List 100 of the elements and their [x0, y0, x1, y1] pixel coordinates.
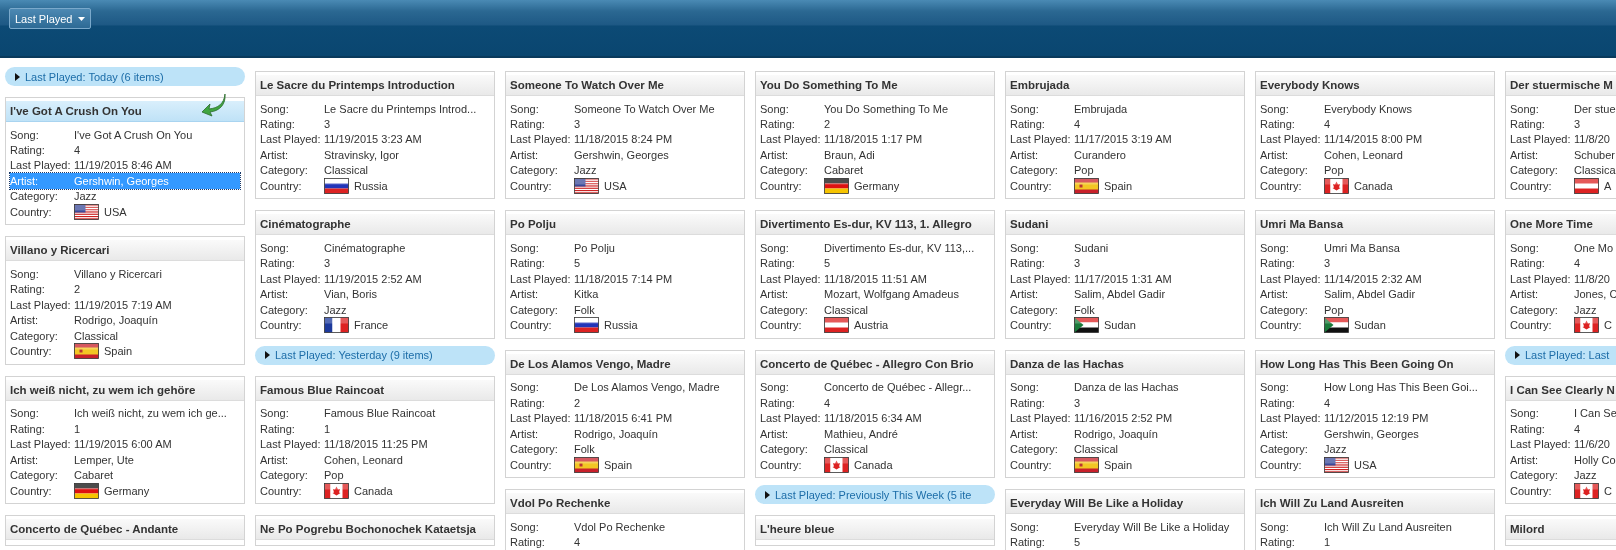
field-row[interactable]: Song: I've Got A Crush On You [10, 127, 240, 143]
field-row[interactable]: Artist: Mathieu, André [760, 425, 990, 442]
field-row[interactable]: Song: Umri Ma Bansa [1260, 240, 1490, 256]
field-row[interactable]: Artist: Stravinsky, Igor [260, 147, 490, 163]
field-row[interactable]: Rating: 2 [510, 395, 740, 411]
field-row[interactable]: Country: USA [1260, 456, 1490, 473]
field-row[interactable]: Rating: 5 [510, 255, 740, 272]
field-row[interactable]: Country: Russia [510, 317, 740, 333]
field-row[interactable]: Last Played: 11/16/2015 2:52 PM [1010, 410, 1240, 426]
field-row[interactable]: Artist: Rodrigo, Joaquín [510, 425, 740, 442]
song-card[interactable]: Divertimento Es-dur, KV 113, 1. Allegro Song: Divertimento Es-dur, KV 113,... Rating: 5 Last Played: 11/18/2015 11:51 AM Artist: Mozart, Wolfgang Amadeus Category: Classical Country: Austria [755, 210, 995, 339]
field-row[interactable]: Rating: 4 [10, 142, 240, 158]
field-row[interactable]: Song: Embrujada [1010, 101, 1240, 117]
field-row[interactable]: Artist: Salim, Abdel Gadir [1260, 286, 1490, 302]
field-row[interactable]: Song: Danza de las Hachas [1010, 379, 1240, 396]
field-row[interactable]: Song: How Long Has This Been Goi... [1260, 379, 1490, 396]
field-row[interactable]: Artist: Mozart, Wolfgang Amadeus [760, 286, 990, 302]
song-card[interactable]: I've Got A Crush On You Song: I've Got A Crush On You Rating: 4 Last Played: 11/19/2015 8:46 AM Artist: Gershwin, Georges Category: Jazz Country: USA [5, 97, 245, 226]
field-row[interactable]: Rating: 4 [760, 395, 990, 411]
field-row[interactable]: Song: De Los Alamos Vengo, Madre [510, 379, 740, 396]
song-card[interactable]: Cinématographe Song: Cinématographe Rating: 3 Last Played: 11/19/2015 2:52 AM Artist: Vian, Boris Category: Jazz Country: France [255, 210, 495, 339]
field-row[interactable]: Last Played: 11/19/2015 7:19 AM [10, 297, 240, 313]
field-row[interactable]: Category: Cabaret [10, 467, 240, 483]
field-row[interactable]: Song: Famous Blue Raincoat [260, 405, 490, 422]
field-row[interactable]: Category: Classical [10, 327, 240, 344]
field-row[interactable]: Song: Divertimento Es-dur, KV 113,... [760, 240, 990, 256]
field-row[interactable]: Artist: Kitka [510, 286, 740, 302]
field-row[interactable]: Last Played: 11/18/2015 7:14 PM [510, 271, 740, 287]
field-row[interactable]: Rating: 4 [1260, 116, 1490, 132]
field-row[interactable]: Country: C [1510, 482, 1616, 499]
field-row[interactable]: Category: Classical [1010, 441, 1240, 457]
field-row[interactable]: Song: One Mo [1510, 240, 1616, 256]
field-row[interactable]: Country: A [1510, 177, 1616, 194]
field-row[interactable]: Artist: Gershwin, Georges [1260, 425, 1490, 442]
song-card[interactable]: Ich weiß nicht, zu wem ich gehöre Song: Ich weiß nicht, zu wem ich ge... Rating: 1 Last Played: 11/19/2015 6:00 AM Artist: Lemper, Ute Category: Cabaret Country: Germany [5, 375, 245, 505]
field-row[interactable]: Rating: 1 [10, 421, 240, 437]
field-row[interactable]: Category: Jazz [1260, 441, 1490, 457]
field-row[interactable]: Country: Spain [10, 343, 240, 359]
field-row[interactable]: Song: Ich weiß nicht, zu wem ich ge... [10, 405, 240, 422]
field-row[interactable]: Country: Germany [760, 177, 990, 194]
field-row[interactable]: Rating: 1 [260, 421, 490, 437]
field-row[interactable]: Artist: Salim, Abdel Gadir [1010, 286, 1240, 302]
song-card[interactable]: Someone To Watch Over Me Song: Someone To Watch Over Me Rating: 3 Last Played: 11/18/2015 8:24 PM Artist: Gershwin, Georges Category: Jazz Country: USA [505, 71, 745, 200]
field-row[interactable]: Last Played: 11/19/2015 8:46 AM [10, 157, 240, 174]
field-row[interactable]: Category: Jazz [1510, 467, 1616, 483]
field-row[interactable]: Last Played: 11/14/2015 8:00 PM [1260, 131, 1490, 148]
field-row[interactable]: Artist: Rodrigo, Joaquín [10, 312, 240, 328]
field-row[interactable]: Rating: 3 [510, 116, 740, 132]
song-card[interactable]: Everyday Will Be Like a Holiday Song: Everyday Will Be Like a Holiday Rating: 5 [1005, 489, 1245, 550]
song-card[interactable]: Sudani Song: Sudani Rating: 3 Last Played: 11/17/2015 1:31 AM Artist: Salim, Abdel Gadir Category: Folk Country: Sudan [1005, 210, 1245, 339]
field-row[interactable]: Rating: 2 [760, 116, 990, 132]
song-card[interactable]: Everybody Knows Song: Everybody Knows Rating: 4 Last Played: 11/14/2015 8:00 PM Artist: Cohen, Leonard Category: Pop Country: Canada [1255, 71, 1495, 200]
field-row[interactable]: Category: Jazz [10, 188, 240, 204]
field-row[interactable]: Artist: Braun, Adi [760, 147, 990, 163]
field-row[interactable]: Song: Concerto de Québec - Allegr... [760, 379, 990, 396]
song-card[interactable]: Ne Po Pogrebu Bochonochek Kataetsja [255, 515, 495, 547]
field-row[interactable]: Rating: 4 [510, 534, 740, 550]
field-row[interactable]: Last Played: 11/12/2015 12:19 PM [1260, 410, 1490, 426]
field-row[interactable]: Country: USA [10, 203, 240, 220]
field-row[interactable]: Artist: Schuber [1510, 147, 1616, 163]
field-row[interactable]: Last Played: 11/18/2015 8:24 PM [510, 131, 740, 148]
field-row[interactable]: Country: Spain [510, 456, 740, 473]
field-row[interactable]: Country: Canada [760, 456, 990, 473]
song-card[interactable]: Milord [1505, 515, 1616, 547]
field-row[interactable]: Artist: Rodrigo, Joaquín [1010, 425, 1240, 442]
field-row[interactable]: Last Played: 11/17/2015 1:31 AM [1010, 271, 1240, 287]
field-row[interactable]: Last Played: 11/19/2015 6:00 AM [10, 436, 240, 452]
group-header[interactable]: Last Played: Yesterday (9 items) [255, 345, 495, 365]
field-row[interactable]: Country: Spain [1010, 177, 1240, 194]
song-card[interactable]: Danza de las Hachas Song: Danza de las Hachas Rating: 3 Last Played: 11/16/2015 2:52 PM Artist: Rodrigo, Joaquín Category: Classical Country: Spain [1005, 349, 1245, 479]
field-row[interactable]: Category: Cabaret [760, 162, 990, 178]
song-card[interactable]: Concerto de Québec - Andante [5, 515, 245, 547]
field-row[interactable]: Last Played: 11/17/2015 3:19 AM [1010, 131, 1240, 148]
field-row[interactable]: Rating: 3 [1260, 255, 1490, 272]
field-row[interactable]: Rating: 4 [1260, 395, 1490, 411]
group-header[interactable]: Last Played: Today (6 items) [5, 67, 245, 86]
field-row[interactable]: Category: Jazz [510, 162, 740, 178]
field-row[interactable]: Last Played: 11/19/2015 2:52 AM [260, 271, 490, 287]
field-row[interactable]: Last Played: 11/18/2015 1:17 PM [760, 131, 990, 148]
field-row[interactable]: Last Played: 11/8/20 [1510, 131, 1616, 148]
field-row[interactable]: Country: Canada [1260, 177, 1490, 194]
field-row[interactable]: Artist: Curandero [1010, 147, 1240, 163]
field-row[interactable]: Country: Germany [10, 482, 240, 499]
field-row[interactable]: Country: Canada [260, 482, 490, 499]
field-row[interactable]: Rating: 5 [1010, 534, 1240, 550]
field-row[interactable]: Last Played: 11/18/2015 6:34 AM [760, 410, 990, 426]
field-row[interactable]: Category: Classical [760, 441, 990, 457]
song-card[interactable]: De Los Alamos Vengo, Madre Song: De Los Alamos Vengo, Madre Rating: 2 Last Played: 11/18/2015 6:41 PM Artist: Rodrigo, Joaquín Category: Folk Country: Spain [505, 349, 745, 479]
field-row[interactable]: Category: Pop [1260, 162, 1490, 178]
song-card[interactable]: L'heure bleue [755, 515, 995, 547]
field-row[interactable]: Song: Vdol Po Rechenke [510, 519, 740, 535]
song-card[interactable]: Po Polju Song: Po Polju Rating: 5 Last Played: 11/18/2015 7:14 PM Artist: Kitka Category: Folk Country: Russia [505, 210, 745, 339]
group-header[interactable]: Last Played: Previously This Week (5 ite [755, 485, 995, 505]
field-row[interactable]: Artist: Cohen, Leonard [260, 451, 490, 468]
group-header[interactable]: Last Played: Last [1505, 345, 1616, 365]
field-row[interactable]: Category: Folk [1010, 301, 1240, 318]
field-row[interactable]: Artist: Gershwin, Georges [510, 147, 740, 163]
field-row[interactable]: Last Played: 11/18/2015 11:25 PM [260, 436, 490, 452]
field-row[interactable]: Category: Folk [510, 301, 740, 318]
song-card[interactable]: You Do Something To Me Song: You Do Something To Me Rating: 2 Last Played: 11/18/2015 1:17 PM Artist: Braun, Adi Category: Cabaret Country: Germany [755, 71, 995, 200]
